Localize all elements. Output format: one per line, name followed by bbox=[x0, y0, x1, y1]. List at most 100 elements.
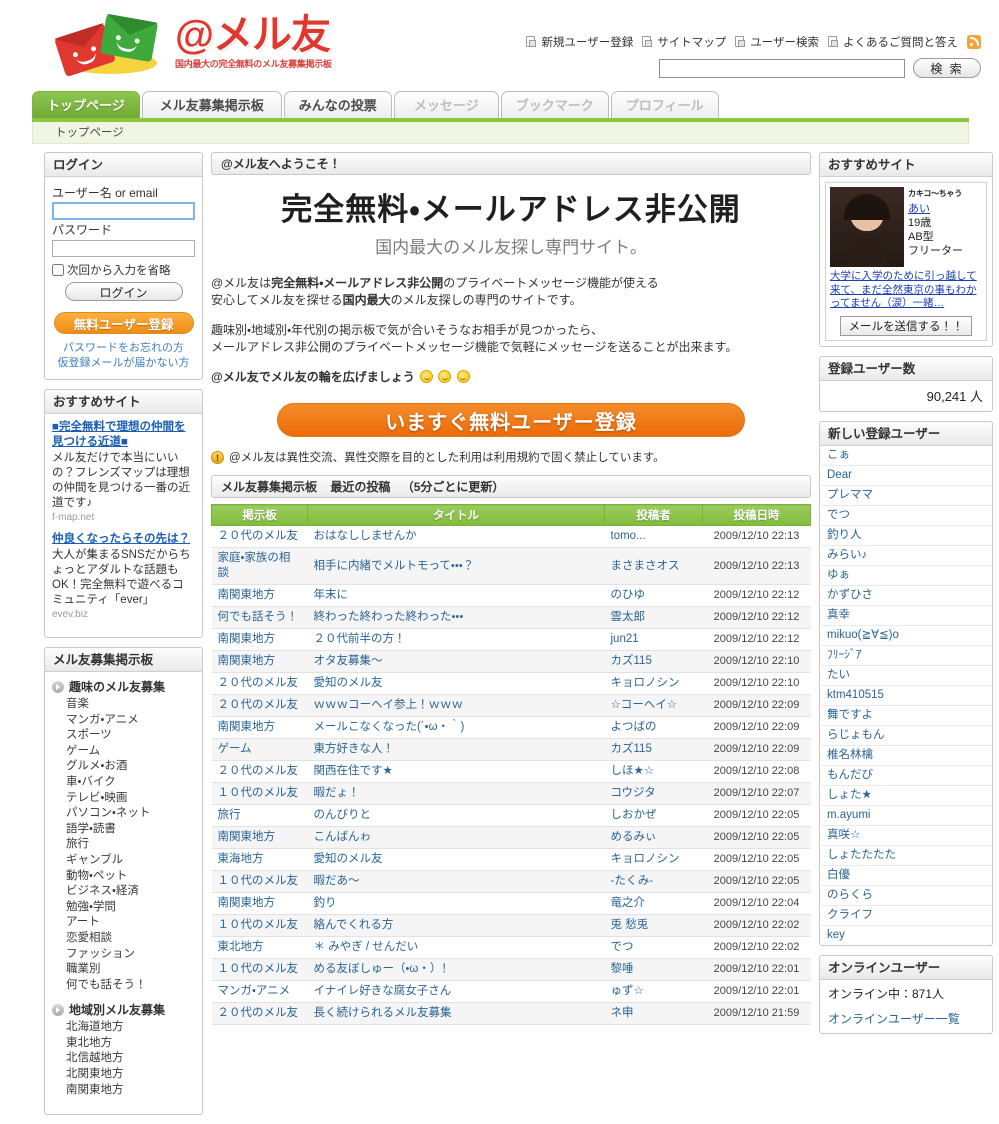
post-board-cell[interactable]: 家庭・家族の相談 bbox=[211, 547, 308, 586]
post-board-cell[interactable]: 東海地方 bbox=[211, 848, 308, 872]
list-item[interactable]: 舞ですよ bbox=[820, 706, 992, 726]
tab-top-page[interactable]: トップページ bbox=[32, 91, 140, 118]
post-board-cell[interactable]: １０代のメル友 bbox=[211, 958, 308, 982]
category-item[interactable]: マンガ・アニメ bbox=[66, 713, 195, 729]
tab-vote[interactable]: みんなの投票 bbox=[283, 91, 392, 118]
list-item[interactable]: mikuo(≧∀≦)o bbox=[820, 626, 992, 646]
post-author-cell[interactable]: しおかぜ bbox=[604, 804, 703, 828]
post-author-cell[interactable]: ☆コーヘイ☆ bbox=[604, 694, 703, 718]
category-item[interactable]: ビジネス・経済 bbox=[66, 884, 195, 900]
category-item[interactable]: ゲーム bbox=[66, 744, 195, 760]
post-title-cell[interactable]: 暇だょ！ bbox=[307, 782, 605, 806]
list-item[interactable]: key bbox=[820, 926, 992, 945]
post-title-cell[interactable]: メールこなくなった(´・ω・｀) bbox=[307, 716, 605, 740]
post-author-cell[interactable]: のひゆ bbox=[604, 584, 703, 608]
left-ad-title-2[interactable]: 仲良くなったらその先は？ bbox=[52, 532, 195, 547]
category-item[interactable]: 勉強・学問 bbox=[66, 900, 195, 916]
table-row[interactable]: ２０代のメル友 長く続けられるメル友募集 ネ申 2009/12/10 21:59 bbox=[211, 1002, 811, 1026]
post-title-cell[interactable]: イナイレ好きな腐女子さん bbox=[307, 980, 605, 1004]
post-author-cell[interactable]: カズ115 bbox=[604, 650, 703, 674]
left-ad-title-1[interactable]: ■完全無料で理想の仲間を見つける近道■ bbox=[52, 420, 195, 450]
post-author-cell[interactable]: 黎唾 bbox=[604, 958, 703, 982]
table-row[interactable]: １０代のメル友 絡んでくれる方兎 愁兎 2009/12/10 22:02 bbox=[211, 914, 811, 938]
free-register-button[interactable]: 無料ユーザー登録 bbox=[53, 312, 194, 334]
post-title-cell[interactable]: 終わった終わった終わった・・・ bbox=[307, 606, 605, 630]
post-author-cell[interactable]: しほ★☆ bbox=[604, 760, 703, 784]
online-users-list-link[interactable]: オンラインユーザー一覧 bbox=[820, 1004, 992, 1033]
list-item[interactable]: クライフ bbox=[820, 906, 992, 926]
category-group-region-head[interactable]: 地域別メル友募集 bbox=[52, 1001, 195, 1018]
login-button[interactable]: ログイン bbox=[64, 282, 183, 301]
category-item[interactable]: 旅行 bbox=[66, 837, 195, 853]
category-item[interactable]: テレビ・映画 bbox=[66, 791, 195, 807]
category-item[interactable]: アート bbox=[66, 915, 195, 931]
list-item[interactable]: 真咲☆ bbox=[820, 826, 992, 846]
post-title-cell[interactable]: 釣り bbox=[307, 892, 605, 916]
post-title-cell[interactable]: 愛知のメル友 bbox=[307, 672, 605, 696]
category-item[interactable]: 恋愛相談 bbox=[66, 931, 195, 947]
post-board-cell[interactable]: ２０代のメル友 bbox=[211, 525, 308, 549]
post-board-cell[interactable]: 南関東地方 bbox=[211, 826, 308, 850]
header-link-user-search[interactable]: ユーザー検索 bbox=[750, 37, 819, 49]
post-author-cell[interactable]: キョロノシン bbox=[604, 672, 703, 696]
post-author-cell[interactable]: 竜之介 bbox=[604, 892, 703, 916]
table-row[interactable]: 南関東地方 オタ友募集〜 カズ115 2009/12/10 22:10 bbox=[211, 650, 811, 674]
category-item[interactable]: 語学・読書 bbox=[66, 822, 195, 838]
category-item[interactable]: 北関東地方 bbox=[66, 1067, 195, 1083]
post-author-cell[interactable]: ネ申 bbox=[604, 1002, 703, 1026]
list-item[interactable]: もんだび bbox=[820, 766, 992, 786]
post-author-cell[interactable]: 兎 愁兎 bbox=[604, 914, 703, 938]
post-board-cell[interactable]: 南関東地方 bbox=[211, 584, 308, 608]
post-author-cell[interactable]: めるみぃ bbox=[604, 826, 703, 850]
table-row[interactable]: 南関東地方 釣り 竜之介 2009/12/10 22:04 bbox=[211, 892, 811, 916]
table-row[interactable]: 旅行 のんびりと しおかぜ 2009/12/10 22:05 bbox=[211, 804, 811, 828]
list-item[interactable]: しょたたたた bbox=[820, 846, 992, 866]
right-ad-name[interactable]: あい bbox=[908, 203, 930, 215]
table-row[interactable]: ２０代のメル友 おはなししませんか tomo... 2009/12/10 22:13 bbox=[211, 525, 811, 549]
right-ad-blurb[interactable]: 大学に入学のために引っ越して来て、まだ全然東京の事もわかってません（涙）一緒… bbox=[830, 270, 982, 311]
category-item[interactable]: 北信越地方 bbox=[66, 1051, 195, 1067]
table-row[interactable]: ２０代のメル友 ｗｗｗコーヘイ参上！ｗｗｗ ☆コーヘイ☆ 2009/12/10 22:… bbox=[211, 694, 811, 718]
post-author-cell[interactable]: 雲太郎 bbox=[604, 606, 703, 630]
category-item[interactable]: 音楽 bbox=[66, 697, 195, 713]
table-row[interactable]: 家庭・家族の相談 相手に内緒でメルトモって・・・？ まさまさオス 2009/12/10… bbox=[211, 547, 811, 586]
post-board-cell[interactable]: 南関東地方 bbox=[211, 716, 308, 740]
post-title-cell[interactable]: ＊ みやぎ / せんだい bbox=[307, 936, 605, 960]
table-row[interactable]: ２０代のメル友 関西在住です★ しほ★☆ 2009/12/10 22:08 bbox=[211, 760, 811, 784]
post-board-cell[interactable]: ２０代のメル友 bbox=[211, 1002, 308, 1026]
category-item[interactable]: グルメ・お酒 bbox=[66, 759, 195, 775]
category-item[interactable]: ギャンブル bbox=[66, 853, 195, 869]
category-item[interactable]: 車・バイク bbox=[66, 775, 195, 791]
profile-photo[interactable] bbox=[830, 187, 904, 267]
category-item[interactable]: 動物・ペット bbox=[66, 869, 195, 885]
post-board-cell[interactable]: 南関東地方 bbox=[211, 650, 308, 674]
post-board-cell[interactable]: 旅行 bbox=[211, 804, 308, 828]
post-title-cell[interactable]: 東方好きな人！ bbox=[307, 738, 605, 762]
table-row[interactable]: １０代のメル友 める友ぼしゅー（・ω・）！ 黎唾 2009/12/10 22:01 bbox=[211, 958, 811, 982]
post-title-cell[interactable]: める友ぼしゅー（・ω・）！ bbox=[307, 958, 605, 982]
table-row[interactable]: １０代のメル友 暇だょ！ コウジタ 2009/12/10 22:07 bbox=[211, 782, 811, 806]
table-row[interactable]: 南関東地方 メールこなくなった(´・ω・｀) よつばの 2009/12/10 22:0… bbox=[211, 716, 811, 740]
table-row[interactable]: 南関東地方 こんばんゎ めるみぃ 2009/12/10 22:05 bbox=[211, 826, 811, 850]
list-item[interactable]: らじょもん bbox=[820, 726, 992, 746]
post-board-cell[interactable]: ２０代のメル友 bbox=[211, 694, 308, 718]
post-title-cell[interactable]: 長く続けられるメル友募集 bbox=[307, 1002, 605, 1026]
post-board-cell[interactable]: １０代のメル友 bbox=[211, 870, 308, 894]
list-item[interactable]: でつ bbox=[820, 506, 992, 526]
table-row[interactable]: 東北地方＊ みやぎ / せんだい でつ 2009/12/10 22:02 bbox=[211, 936, 811, 960]
forgot-password-link[interactable]: パスワードをお忘れの方 bbox=[52, 341, 195, 356]
table-row[interactable]: 東海地方 愛知のメル友 キョロノシン 2009/12/10 22:05 bbox=[211, 848, 811, 872]
category-item[interactable]: スポーツ bbox=[66, 728, 195, 744]
table-row[interactable]: マンガ・アニメ イナイレ好きな腐女子さん ゅず☆ 2009/12/10 22:01 bbox=[211, 980, 811, 1004]
post-author-cell[interactable]: コウジタ bbox=[604, 782, 703, 806]
list-item[interactable]: たい bbox=[820, 666, 992, 686]
post-author-cell[interactable]: よつばの bbox=[604, 716, 703, 740]
post-author-cell[interactable]: キョロノシン bbox=[604, 848, 703, 872]
post-board-cell[interactable]: 何でも話そう！ bbox=[211, 606, 308, 630]
tab-bookmarks[interactable]: ブックマーク bbox=[500, 91, 609, 118]
tab-messages[interactable]: メッセージ bbox=[393, 91, 499, 118]
category-item[interactable]: 南関東地方 bbox=[66, 1083, 195, 1099]
list-item[interactable]: 釣り人 bbox=[820, 526, 992, 546]
post-author-cell[interactable]: ゅず☆ bbox=[604, 980, 703, 1004]
post-title-cell[interactable]: 暇だあ〜 bbox=[307, 870, 605, 894]
